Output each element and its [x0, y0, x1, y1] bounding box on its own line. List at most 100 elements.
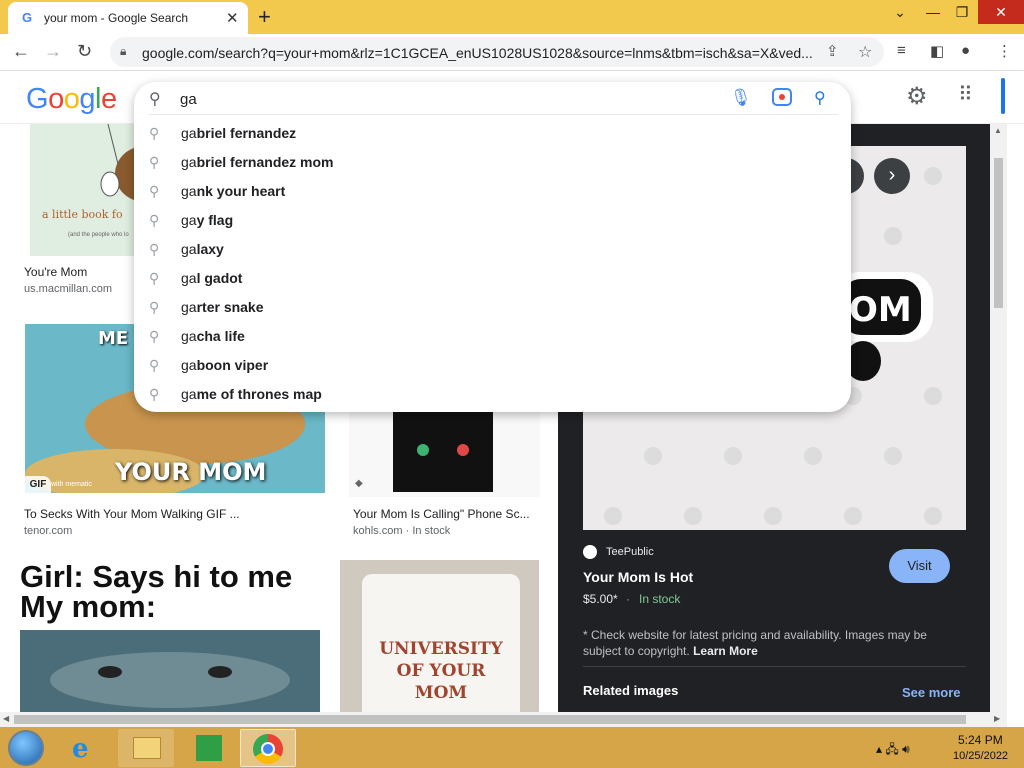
media-icon[interactable]: ≡: [897, 42, 906, 59]
ie-glyph: e: [72, 734, 89, 764]
clock-date[interactable]: 10/25/2022: [953, 750, 1008, 762]
result-source[interactable]: kohls.com · In stock: [353, 525, 450, 537]
result-title[interactable]: You're Mom: [24, 265, 87, 279]
search-submit-icon[interactable]: ⚲: [814, 88, 826, 108]
menu-icon[interactable]: ⋮: [997, 42, 1012, 60]
new-tab-button[interactable]: +: [258, 4, 271, 30]
microphone-icon[interactable]: 🎙︎: [730, 88, 752, 108]
shirt-image: [393, 412, 493, 492]
clock-time[interactable]: 5:24 PM: [958, 733, 1003, 747]
settings-gear-icon[interactable]: ⚙: [906, 82, 928, 111]
related-images-heading: Related images: [583, 683, 679, 698]
suggestion-completion: boon viper: [196, 357, 269, 373]
restore-button[interactable]: ❐: [948, 0, 976, 24]
forward-icon[interactable]: →: [44, 41, 62, 62]
suggestion-prefix: ga: [181, 125, 197, 141]
suggestion-text: game of thrones map: [181, 386, 322, 402]
search-icon: ⚲: [149, 154, 160, 170]
preview-site[interactable]: TeePublic: [606, 546, 654, 558]
search-input[interactable]: [180, 89, 720, 109]
search-autocomplete: ⚲ 🎙︎ ⚲ ⚲gabriel fernandez⚲gabriel fernan…: [134, 82, 851, 412]
file-explorer-icon[interactable]: [118, 729, 174, 767]
address-bar[interactable]: 🔒︎ google.com/search?q=your+mom&rlz=1C1G…: [110, 37, 884, 67]
system-tray-icons[interactable]: ▴ 🖧 🔊︎: [876, 740, 910, 761]
suggestion-prefix: ga: [181, 328, 197, 344]
start-button-icon[interactable]: [8, 730, 44, 766]
result-title[interactable]: Your Mom Is Calling" Phone Sc...: [353, 507, 530, 521]
sidepanel-icon[interactable]: ◧: [930, 42, 944, 60]
visit-button[interactable]: Visit: [889, 549, 950, 583]
google-logo[interactable]: Google: [26, 83, 117, 116]
browser-tab[interactable]: G your mom - Google Search ✕: [8, 2, 248, 34]
suggestion-item[interactable]: ⚲ galaxy: [134, 235, 851, 264]
suggestion-item[interactable]: ⚲ gaboon viper: [134, 351, 851, 380]
horizontal-scrollbar[interactable]: ◀ ▶: [0, 712, 1007, 727]
suggestion-completion: briel fernandez mom: [196, 154, 334, 170]
suggestion-item[interactable]: ⚲ gacha life: [134, 322, 851, 351]
tab-search-icon[interactable]: ⌄: [888, 0, 912, 24]
accept-call-icon: [417, 444, 429, 456]
result-source[interactable]: us.macmillan.com: [24, 283, 112, 295]
search-icon: ⚲: [149, 183, 160, 199]
window-close-button[interactable]: ✕: [978, 0, 1024, 24]
suggestion-item[interactable]: ⚲ gank your heart: [134, 177, 851, 206]
scroll-right-icon[interactable]: ▶: [994, 714, 1000, 723]
suggestion-text: gal gadot: [181, 270, 242, 286]
logo-letter: e: [100, 83, 117, 115]
result-source[interactable]: tenor.com: [24, 525, 72, 537]
preview-image-text: OM: [849, 290, 912, 330]
chrome-taskbar-icon[interactable]: [240, 729, 296, 767]
google-lens-icon[interactable]: [772, 88, 792, 106]
store-bag-shape: [196, 735, 222, 761]
result-stock: In stock: [412, 525, 451, 537]
search-icon: ⚲: [149, 125, 160, 141]
back-icon[interactable]: ←: [12, 41, 30, 62]
search-icon: ⚲: [149, 299, 160, 315]
minimize-button[interactable]: —: [920, 0, 946, 24]
preview-disclaimer: * Check website for latest pricing and a…: [583, 627, 963, 659]
result-thumbnail[interactable]: ◆: [349, 412, 540, 497]
preview-price: $5.00*: [583, 592, 618, 606]
result-thumbnail[interactable]: UNIVERSITY OF YOUR MOM: [340, 560, 539, 712]
star-icon[interactable]: ☆: [858, 42, 872, 62]
suggestion-item[interactable]: ⚲ game of thrones map: [134, 380, 851, 409]
vertical-scrollbar[interactable]: ▲: [990, 124, 1007, 712]
sign-in-button-edge[interactable]: [1001, 78, 1005, 114]
suggestion-item[interactable]: ⚲ gabriel fernandez: [134, 119, 851, 148]
suggestion-text: gabriel fernandez: [181, 125, 296, 141]
store-icon[interactable]: [180, 729, 236, 767]
scroll-up-icon[interactable]: ▲: [994, 126, 1002, 135]
search-icon: ⚲: [149, 386, 160, 402]
vertical-scroll-thumb[interactable]: [994, 158, 1003, 308]
search-icon: ⚲: [149, 241, 160, 257]
learn-more-link[interactable]: Learn More: [693, 644, 758, 658]
apps-grid-icon[interactable]: ⠿: [958, 85, 973, 105]
see-more-link[interactable]: See more: [902, 685, 961, 700]
search-icon: ⚲: [149, 91, 161, 108]
result-title[interactable]: To Secks With Your Mom Walking GIF ...: [24, 507, 240, 521]
profile-icon[interactable]: ●: [961, 42, 970, 59]
next-image-button[interactable]: ›: [874, 158, 910, 194]
scroll-left-icon[interactable]: ◀: [3, 714, 9, 723]
reload-icon[interactable]: ↻: [77, 41, 92, 62]
tab-close-icon[interactable]: ✕: [226, 9, 239, 27]
tab-strip: G your mom - Google Search ✕ + ⌄ — ❐ ✕: [0, 0, 1024, 34]
preview-title[interactable]: Your Mom Is Hot: [583, 569, 693, 585]
suggestion-item[interactable]: ⚲ garter snake: [134, 293, 851, 322]
share-icon[interactable]: ⇪: [826, 42, 839, 60]
logo-letter: G: [26, 83, 49, 115]
internet-explorer-icon[interactable]: e: [58, 729, 114, 767]
suggestion-prefix: ga: [181, 212, 197, 228]
horizontal-scroll-thumb[interactable]: [14, 715, 966, 724]
windows-taskbar: e ▴ 🖧 🔊︎ 5:24 PM 10/25/2022: [0, 727, 1024, 768]
suggestion-item[interactable]: ⚲ gay flag: [134, 206, 851, 235]
suggestion-item[interactable]: ⚲ gal gadot: [134, 264, 851, 293]
suggestion-item[interactable]: ⚲ gabriel fernandez mom: [134, 148, 851, 177]
lock-icon[interactable]: 🔒︎: [120, 44, 126, 59]
mematic-note: with mematic: [51, 481, 92, 488]
result-thumbnail[interactable]: Girl: Says hi to me My mom:: [20, 558, 320, 712]
url-text[interactable]: google.com/search?q=your+mom&rlz=1C1GCEA…: [142, 45, 813, 61]
decline-call-icon: [457, 444, 469, 456]
suggestion-prefix: ga: [181, 270, 197, 286]
gif-badge: GIF: [25, 476, 51, 493]
